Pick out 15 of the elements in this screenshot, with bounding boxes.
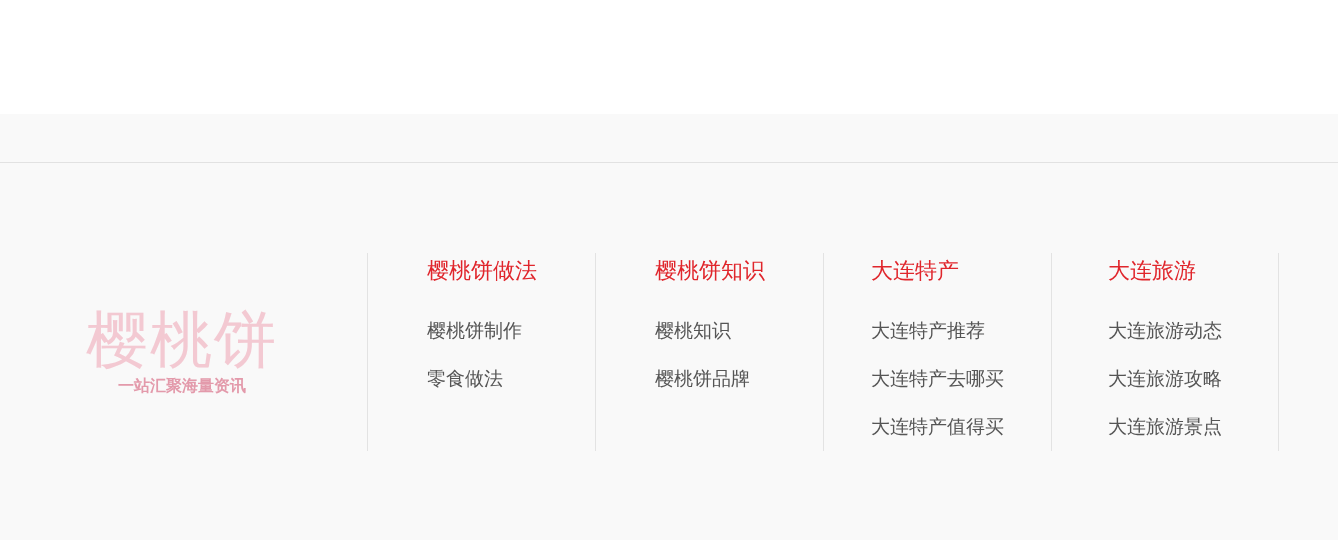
column-heading: 樱桃饼做法 bbox=[426, 257, 537, 285]
footer-link[interactable]: 樱桃饼品牌 bbox=[654, 364, 750, 392]
column-heading: 大连特产 bbox=[871, 257, 959, 285]
footer-link[interactable]: 大连旅游景点 bbox=[1108, 412, 1222, 440]
footer-link[interactable]: 大连特产去哪买 bbox=[871, 364, 1004, 392]
footer-link[interactable]: 樱桃饼制作 bbox=[426, 316, 522, 344]
logo-slogan: 一站汇聚海量资讯 bbox=[117, 376, 246, 398]
footer-link[interactable]: 大连特产值得买 bbox=[871, 412, 1004, 440]
column-heading: 大连旅游 bbox=[1108, 257, 1196, 285]
footer-link[interactable]: 大连特产推荐 bbox=[871, 316, 985, 344]
footer-link[interactable]: 樱桃知识 bbox=[654, 316, 731, 344]
footer-link[interactable]: 大连旅游攻略 bbox=[1108, 364, 1222, 392]
column-heading: 樱桃饼知识 bbox=[654, 257, 765, 285]
footer-link[interactable]: 零食做法 bbox=[426, 364, 503, 392]
footer-link[interactable]: 大连旅游动态 bbox=[1108, 316, 1222, 344]
